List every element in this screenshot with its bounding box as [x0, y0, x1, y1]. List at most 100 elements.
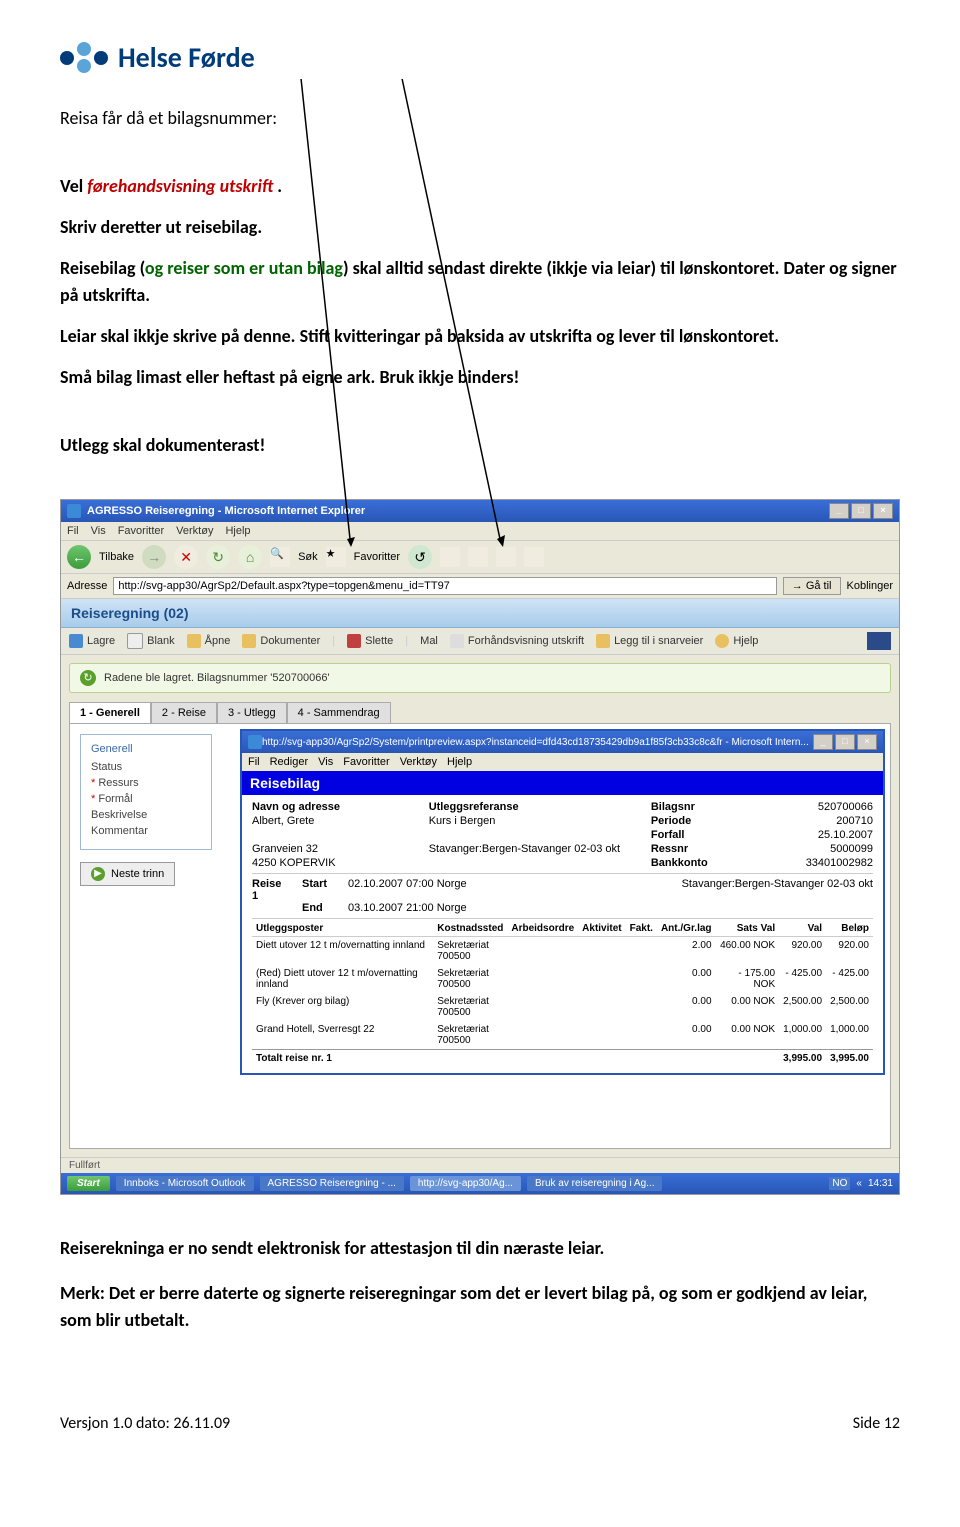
value-ressnr: 5000099 — [767, 843, 873, 855]
agresso-logo-icon — [867, 632, 891, 650]
menu-vis[interactable]: Vis — [91, 525, 106, 537]
tab-generell[interactable]: 1 - Generell — [69, 702, 151, 724]
edit-icon[interactable] — [496, 547, 516, 567]
sub-minimize-button[interactable]: _ — [813, 734, 833, 750]
th-kostnadssted: Kostnadssted — [433, 921, 507, 937]
messenger-icon[interactable] — [524, 547, 544, 567]
info-grid: Navn og adresse Utleggsreferanse Bilagsn… — [252, 801, 873, 874]
tb-lagre[interactable]: Lagre — [69, 634, 115, 648]
footer-version: Versjon 1.0 dato: 26.11.09 — [60, 1414, 230, 1433]
sub-close-button[interactable]: × — [857, 734, 877, 750]
maximize-button[interactable]: □ — [851, 503, 871, 519]
menu-hjelp[interactable]: Hjelp — [225, 525, 250, 537]
submenu-verktoy[interactable]: Verktøy — [400, 756, 437, 768]
app-header: Reiseregning (02) — [61, 599, 899, 628]
tb-snarveier[interactable]: Legg til i snarveier — [596, 634, 703, 648]
th-fakt: Fakt. — [626, 921, 657, 937]
logo-text: Helse Førde — [118, 40, 255, 75]
tb-hjelp[interactable]: Hjelp — [715, 634, 758, 648]
minimize-button[interactable]: _ — [829, 503, 849, 519]
tb-slette[interactable]: Slette — [347, 634, 393, 648]
history-button[interactable]: ↺ — [408, 545, 432, 569]
reise-num: 1 — [252, 890, 294, 902]
tab-reise[interactable]: 2 - Reise — [151, 702, 217, 724]
tab-utlegg[interactable]: 3 - Utlegg — [217, 702, 287, 724]
task-preview[interactable]: http://svg-app30/Ag... — [410, 1176, 521, 1191]
embedded-screenshot: AGRESSO Reiseregning - Microsoft Interne… — [60, 499, 900, 1195]
table-row: Grand Hotell, Sverresgt 22Sekretæriat 70… — [252, 1021, 873, 1050]
tab-bar: 1 - Generell 2 - Reise 3 - Utlegg 4 - Sa… — [69, 701, 891, 723]
delete-icon — [347, 634, 361, 648]
th-belop: Beløp — [826, 921, 873, 937]
table-row: (Red) Diett utover 12 t m/overnatting in… — [252, 965, 873, 993]
task-bruk[interactable]: Bruk av reiseregning i Ag... — [527, 1176, 663, 1191]
paragraph-4: Reisebilag (og reiser som er utan bilag)… — [60, 255, 900, 309]
total-label: Totalt reise nr. 1 — [252, 1050, 779, 1068]
value-bankkonto: 33401002982 — [767, 857, 873, 869]
reisebilag-content: Navn og adresse Utleggsreferanse Bilagsn… — [242, 795, 883, 1073]
task-agresso[interactable]: AGRESSO Reiseregning - ... — [260, 1176, 404, 1191]
tray-lang-icon[interactable]: NO — [829, 1177, 850, 1190]
total-belop: 3,995.00 — [826, 1050, 873, 1068]
start-button[interactable]: Start — [67, 1176, 110, 1191]
reise-start-label: Start — [302, 878, 340, 890]
reisebilag-header: Reisebilag — [242, 771, 883, 795]
open-icon — [187, 634, 201, 648]
value-forfall: 25.10.2007 — [767, 829, 873, 841]
ie-menubar: Fil Vis Favoritter Verktøy Hjelp — [61, 522, 899, 540]
menu-verktoy[interactable]: Verktøy — [176, 525, 213, 537]
submenu-rediger[interactable]: Rediger — [270, 756, 309, 768]
footer-text: Reiserekninga er no sendt elektronisk fo… — [60, 1235, 900, 1334]
generell-fieldset: Generell Status * Ressurs * Formål Beskr… — [80, 734, 212, 850]
tb-blank[interactable]: Blank — [127, 633, 175, 649]
logo: Helse Førde — [60, 40, 900, 75]
tb-dokumenter[interactable]: Dokumenter — [242, 634, 320, 648]
tray-icon[interactable]: « — [856, 1178, 862, 1189]
tab-sammendrag[interactable]: 4 - Sammendrag — [287, 702, 391, 724]
label-ressnr: Ressnr — [651, 843, 757, 855]
tb-forhandsvisning[interactable]: Forhåndsvisning utskrift — [450, 634, 584, 648]
paragraph-7: Utlegg skal dokumenterast! — [60, 432, 900, 459]
field-formal: * Formål — [91, 793, 201, 805]
system-tray: NO « 14:31 — [829, 1177, 893, 1190]
logo-dots-icon — [60, 42, 108, 73]
task-outlook[interactable]: Innboks - Microsoft Outlook — [116, 1176, 254, 1191]
tb-apne[interactable]: Åpne — [187, 634, 231, 648]
value-addr1: Granveien 32 — [252, 843, 419, 855]
value-utleggsref2: Stavanger:Bergen-Stavanger 02-03 okt — [429, 843, 641, 855]
refresh-button[interactable]: ↻ — [206, 545, 230, 569]
search-icon[interactable]: 🔍 — [270, 547, 290, 567]
forward-button[interactable]: → — [142, 545, 166, 569]
submenu-favoritter[interactable]: Favoritter — [343, 756, 389, 768]
ie-window: AGRESSO Reiseregning - Microsoft Interne… — [60, 499, 900, 1195]
back-button[interactable]: ← — [67, 545, 91, 569]
label-navn: Navn og adresse — [252, 801, 419, 813]
th-ant: Ant./Gr.lag — [657, 921, 716, 937]
reise-block: Reise Start 02.10.2007 07:00 Norge Stava… — [252, 874, 873, 919]
blank-icon — [127, 633, 143, 649]
address-input[interactable] — [113, 577, 776, 595]
menu-favoritter[interactable]: Favoritter — [118, 525, 164, 537]
submenu-fil[interactable]: Fil — [248, 756, 260, 768]
home-button[interactable]: ⌂ — [238, 545, 262, 569]
mail-icon[interactable] — [440, 547, 460, 567]
favorites-icon[interactable]: ★ — [326, 547, 346, 567]
sub-maximize-button[interactable]: □ — [835, 734, 855, 750]
save-icon — [69, 634, 83, 648]
reise-route: Stavanger:Bergen-Stavanger 02-03 okt — [682, 878, 873, 890]
print-icon[interactable] — [468, 547, 488, 567]
close-button[interactable]: × — [873, 503, 893, 519]
neste-button[interactable]: ▶ Neste trinn — [80, 862, 175, 886]
label-bankkonto: Bankkonto — [651, 857, 757, 869]
submenu-vis[interactable]: Vis — [318, 756, 333, 768]
ie-icon — [248, 735, 262, 749]
paragraph-2: Vel førehandsvisning utskrift . — [60, 173, 900, 200]
submenu-hjelp[interactable]: Hjelp — [447, 756, 472, 768]
menu-fil[interactable]: Fil — [67, 525, 79, 537]
windows-taskbar: Start Innboks - Microsoft Outlook AGRESS… — [61, 1173, 899, 1194]
koblinger-label[interactable]: Koblinger — [847, 580, 893, 592]
go-button[interactable]: → Gå til — [783, 577, 841, 595]
tb-mal[interactable]: Mal — [420, 635, 438, 647]
stop-button[interactable]: ✕ — [174, 545, 198, 569]
field-beskrivelse: Beskrivelse — [91, 809, 201, 821]
